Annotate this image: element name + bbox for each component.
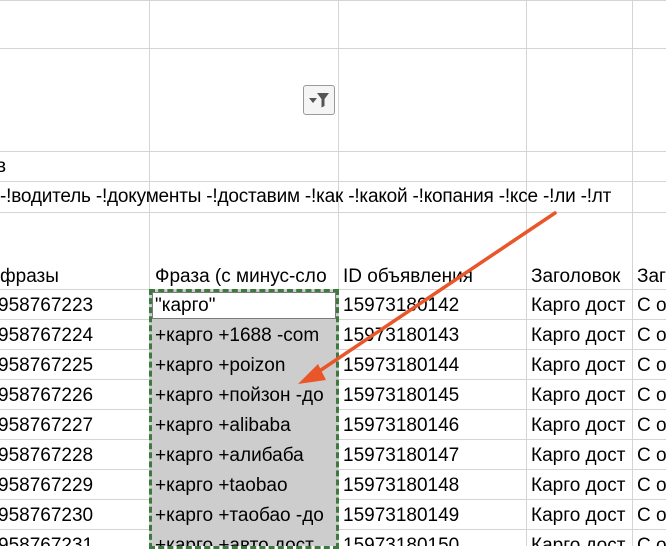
annotation-arrow <box>298 211 557 384</box>
